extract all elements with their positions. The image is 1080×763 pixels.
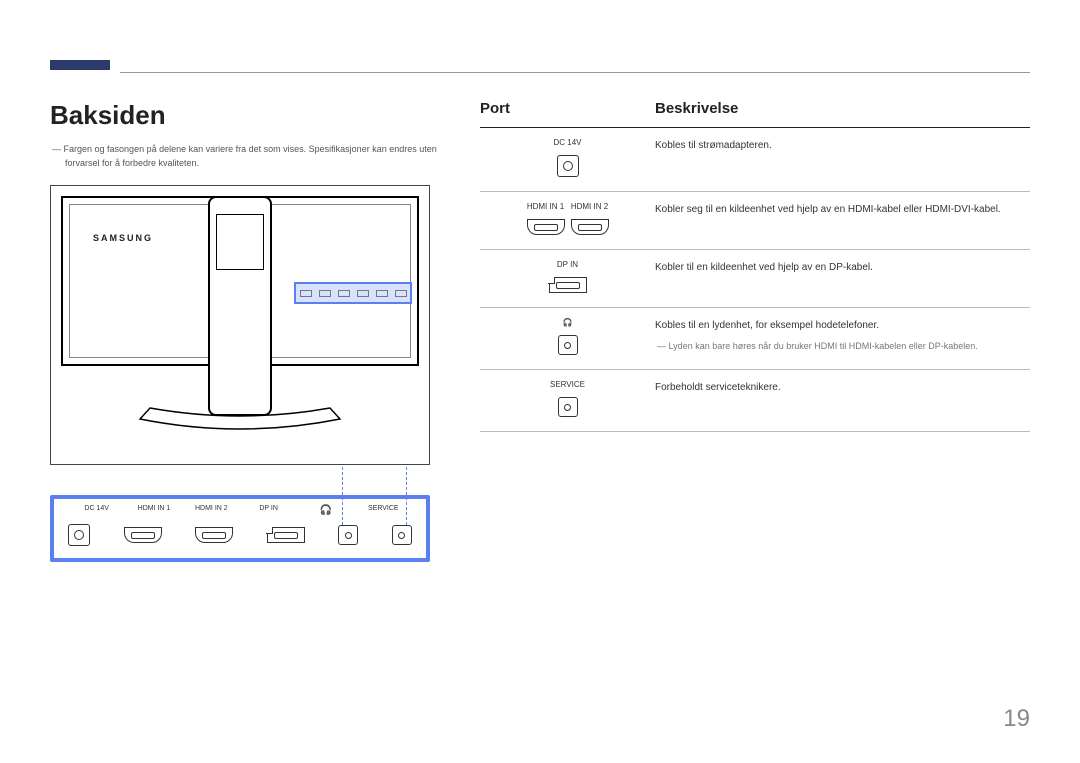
mini-port-icon: [395, 290, 407, 297]
desc-cell: Forbeholdt serviceteknikere.: [655, 380, 1030, 417]
header-port: Port: [480, 100, 655, 117]
zoom-labels-row: DC 14V HDMI IN 1 HDMI IN 2 DP IN 🎧 SERVI…: [64, 505, 416, 516]
desc-note: Lyden kan bare høres når du bruker HDMI …: [655, 339, 1030, 353]
monitor-back-diagram: SAMSUNG: [50, 185, 430, 465]
left-column: Baksiden Fargen og fasongen på delene ka…: [50, 100, 450, 562]
headphone-icon: 🎧: [480, 318, 655, 327]
zoom-label-audio: 🎧: [297, 505, 354, 516]
port-cell-service: SERVICE: [480, 380, 655, 417]
top-accent-bar: [50, 60, 110, 70]
port-label: DP IN: [480, 260, 655, 269]
zoomed-port-panel: DC 14V HDMI IN 1 HDMI IN 2 DP IN 🎧 SERVI…: [50, 495, 430, 562]
dc-jack-icon: [68, 524, 90, 546]
stand-base: [135, 404, 345, 434]
hdmi-port-icon: [195, 527, 233, 543]
top-horizontal-rule: [120, 72, 1030, 73]
port-cell-dp: DP IN: [480, 260, 655, 293]
zoom-label-hdmi1: HDMI IN 1: [125, 505, 182, 516]
desc-cell: Kobles til en lydenhet, for eksempel hod…: [655, 318, 1030, 355]
desc-cell: Kobler til en kildeenhet ved hjelp av en…: [655, 260, 1030, 293]
page-number: 19: [1003, 705, 1030, 733]
headphone-icon: 🎧: [320, 505, 332, 516]
table-row: HDMI IN 1 HDMI IN 2 Kobler seg til en ki…: [480, 192, 1030, 250]
zoom-label-dpin: DP IN: [240, 505, 297, 516]
hdmi-port-icon: [527, 219, 565, 235]
zoom-icons-row: [64, 524, 416, 546]
dp-port-icon: [267, 527, 305, 543]
stand-mount-plate: [216, 214, 264, 270]
table-header-row: Port Beskrivelse: [480, 100, 1030, 128]
port-label: HDMI IN 2: [571, 202, 608, 211]
table-row: 🎧 Kobles til en lydenhet, for eksempel h…: [480, 308, 1030, 370]
callout-dashed-line: [406, 467, 407, 525]
port-label: DC 14V: [480, 138, 655, 147]
table-row: SERVICE Forbeholdt serviceteknikere.: [480, 370, 1030, 432]
table-row: DP IN Kobler til en kildeenhet ved hjelp…: [480, 250, 1030, 308]
service-jack-icon: [392, 525, 412, 545]
zoom-label-service: SERVICE: [355, 505, 412, 516]
port-cell-dc: DC 14V: [480, 138, 655, 177]
hdmi-port-icon: [571, 219, 609, 235]
port-label: HDMI IN 1: [527, 202, 564, 211]
port-cell-hdmi: HDMI IN 1 HDMI IN 2: [480, 202, 655, 235]
dp-port-icon: [549, 277, 587, 293]
header-description: Beskrivelse: [655, 100, 1030, 117]
desc-cell: Kobler seg til en kildeenhet ved hjelp a…: [655, 202, 1030, 235]
desc-text: Kobles til en lydenhet, for eksempel hod…: [655, 320, 879, 331]
hdmi-port-icon: [124, 527, 162, 543]
spec-note: Fargen og fasongen på delene kan variere…: [50, 143, 450, 170]
audio-jack-icon: [338, 525, 358, 545]
zoom-label-hdmi2: HDMI IN 2: [183, 505, 240, 516]
mini-port-icon: [357, 290, 369, 297]
brand-label: SAMSUNG: [93, 233, 153, 243]
mini-port-icon: [338, 290, 350, 297]
mini-port-icon: [376, 290, 388, 297]
table-row: DC 14V Kobles til strømadapteren.: [480, 128, 1030, 192]
section-title: Baksiden: [50, 100, 450, 131]
mini-port-icon: [300, 290, 312, 297]
content-wrapper: Baksiden Fargen og fasongen på delene ka…: [50, 100, 1030, 562]
service-jack-icon: [558, 397, 578, 417]
dc-jack-icon: [557, 155, 579, 177]
port-label: SERVICE: [480, 380, 655, 389]
mini-port-icon: [319, 290, 331, 297]
callout-dashed-line: [342, 467, 343, 525]
audio-jack-icon: [558, 335, 578, 355]
port-cluster-highlight: [294, 282, 412, 304]
port-cell-audio: 🎧: [480, 318, 655, 355]
right-column: Port Beskrivelse DC 14V Kobles til strøm…: [480, 100, 1030, 562]
zoom-label-dc: DC 14V: [68, 505, 125, 516]
desc-cell: Kobles til strømadapteren.: [655, 138, 1030, 177]
